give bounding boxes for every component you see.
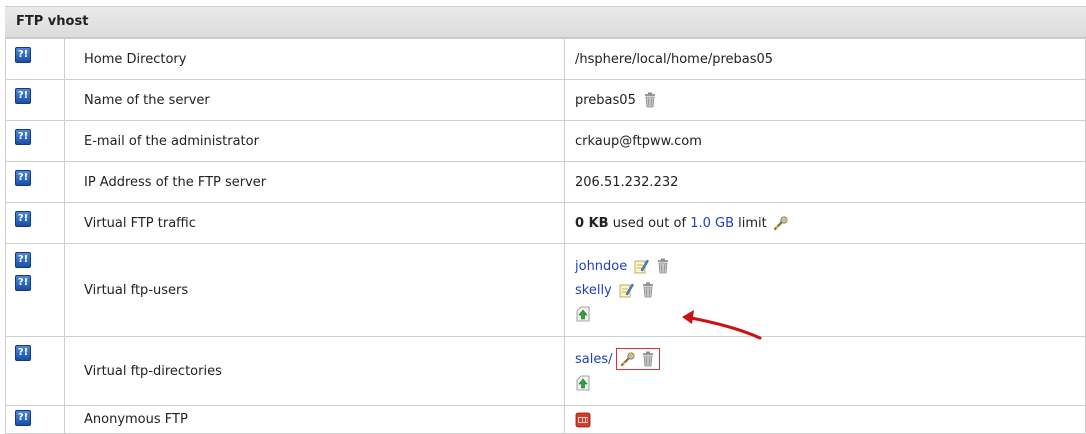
row-label-anonymous-ftp: Anonymous FTP [65,406,565,434]
table-row: ?! E-mail of the administrator crkaup@ft… [6,121,1086,162]
traffic-suffix-text: limit [734,216,767,231]
row-label-ip-address: IP Address of the FTP server [65,162,565,203]
help-icon[interactable]: ?! [15,345,31,361]
ftp-user-link[interactable]: johndoe [575,259,627,274]
table-row: ?! ?! Virtual ftp-users johndoe skelly [6,244,1086,337]
admin-email-value: crkaup@ftpww.com [565,121,1086,162]
add-directory-icon[interactable] [575,375,591,391]
row-label-server-name: Name of the server [65,80,565,121]
traffic-mid-text: used out of [609,216,691,231]
table-row: ?! Home Directory /hsphere/local/home/pr… [6,39,1086,80]
row-label-ftp-traffic: Virtual FTP traffic [65,203,565,244]
row-label-ftp-directories: Virtual ftp-directories [65,337,565,406]
wrench-icon[interactable] [620,351,636,367]
help-icon[interactable]: ?! [15,170,31,186]
off-toggle-icon[interactable] [575,412,591,428]
home-directory-value: /hsphere/local/home/prebas05 [565,39,1086,80]
traffic-limit-link[interactable]: 1.0 GB [690,216,734,231]
row-label-admin-email: E-mail of the administrator [65,121,565,162]
trash-icon[interactable] [640,282,656,298]
table-row: ?! Name of the server prebas05 [6,80,1086,121]
table-row: ?! Virtual ftp-directories sales/ [6,337,1086,406]
trash-icon[interactable] [642,92,658,108]
ftp-user-link[interactable]: skelly [575,283,612,298]
help-icon[interactable]: ?! [15,47,31,63]
edit-icon[interactable] [633,258,649,274]
red-arrow-annotation [678,306,768,346]
table-row: ?! IP Address of the FTP server 206.51.2… [6,162,1086,203]
edit-icon[interactable] [618,282,634,298]
row-label-ftp-users: Virtual ftp-users [65,244,565,337]
help-icon[interactable]: ?! [15,211,31,227]
traffic-used: 0 KB [575,216,609,231]
highlight-box [616,348,660,370]
server-name-value: prebas05 [575,93,636,108]
ftp-vhost-panel: FTP vhost ?! Home Directory /hsphere/loc… [5,6,1086,434]
ftp-directory-link[interactable]: sales/ [575,352,613,367]
panel-title: FTP vhost [5,6,1086,38]
row-label-home-directory: Home Directory [65,39,565,80]
help-icon[interactable]: ?! [15,88,31,104]
add-user-icon[interactable] [575,306,591,322]
wrench-icon[interactable] [773,215,789,231]
help-icon[interactable]: ?! [15,129,31,145]
ftp-settings-table: ?! Home Directory /hsphere/local/home/pr… [5,38,1086,434]
trash-icon[interactable] [640,351,656,367]
ip-address-value: 206.51.232.232 [565,162,1086,203]
table-row: ?! Virtual FTP traffic 0 KB used out of … [6,203,1086,244]
help-icon[interactable]: ?! [15,275,31,291]
help-icon[interactable]: ?! [15,252,31,268]
table-row: ?! Anonymous FTP [6,406,1086,434]
help-icon[interactable]: ?! [15,410,31,426]
trash-icon[interactable] [655,258,671,274]
